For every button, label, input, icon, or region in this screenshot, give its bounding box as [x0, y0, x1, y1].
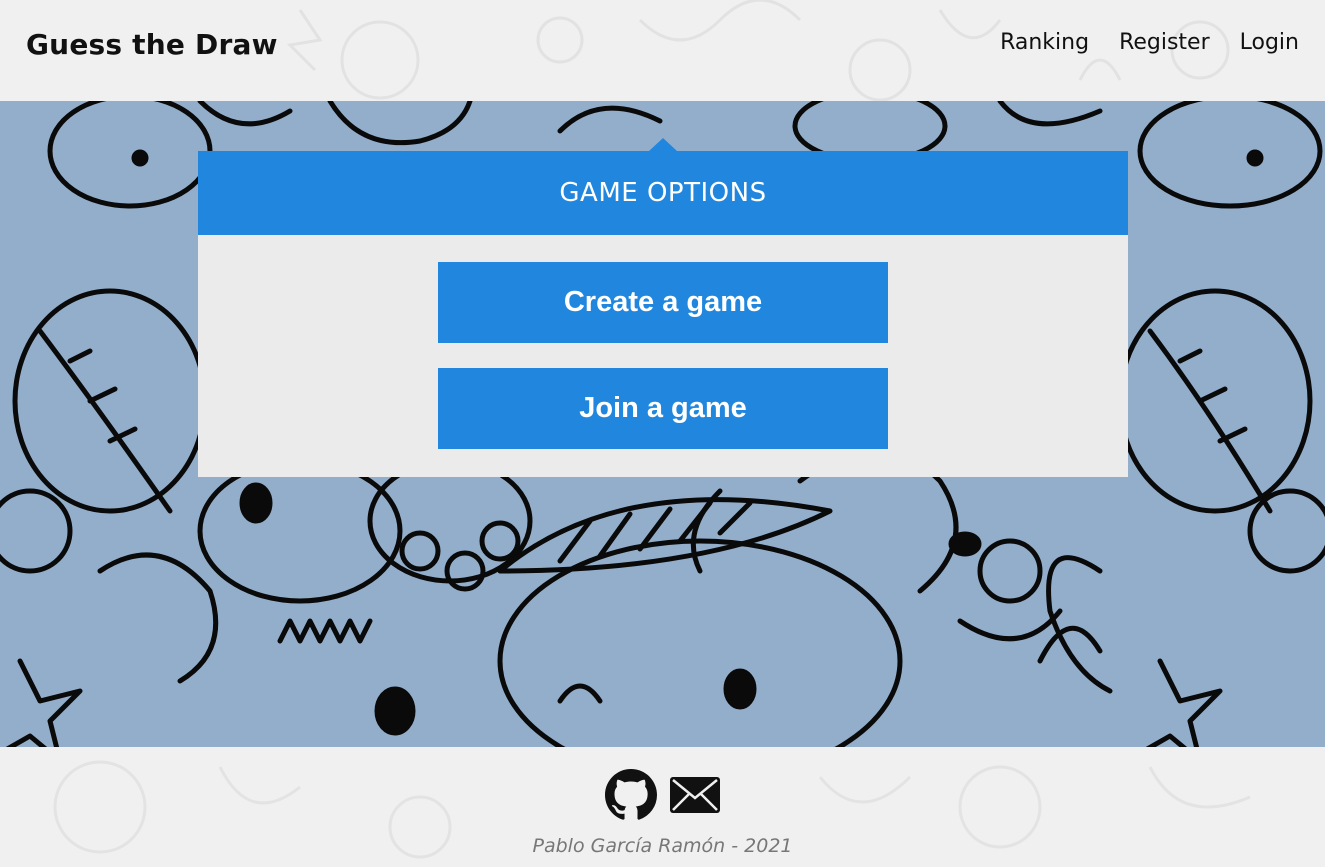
site-header: Guess the Draw Ranking Register Login — [0, 0, 1325, 101]
site-brand[interactable]: Guess the Draw — [26, 28, 278, 61]
nav-link-register[interactable]: Register — [1119, 30, 1210, 55]
main-nav: Ranking Register Login — [1000, 30, 1299, 55]
mail-icon[interactable] — [669, 769, 721, 825]
join-game-button[interactable]: Join a game — [438, 368, 888, 449]
panel-header: GAME OPTIONS — [198, 138, 1128, 235]
doodle-background: GAME OPTIONS Create a game Join a game — [0, 101, 1325, 747]
panel-notch — [649, 138, 677, 151]
site-footer: Pablo García Ramón - 2021 — [0, 747, 1325, 867]
create-game-button[interactable]: Create a game — [438, 262, 888, 343]
nav-link-login[interactable]: Login — [1240, 30, 1299, 55]
footer-icons — [0, 769, 1325, 825]
github-icon[interactable] — [604, 769, 657, 825]
game-options-panel: GAME OPTIONS Create a game Join a game — [198, 138, 1128, 477]
nav-link-ranking[interactable]: Ranking — [1000, 30, 1089, 55]
footer-credit: Pablo García Ramón - 2021 — [532, 835, 793, 857]
panel-title: GAME OPTIONS — [559, 178, 767, 208]
